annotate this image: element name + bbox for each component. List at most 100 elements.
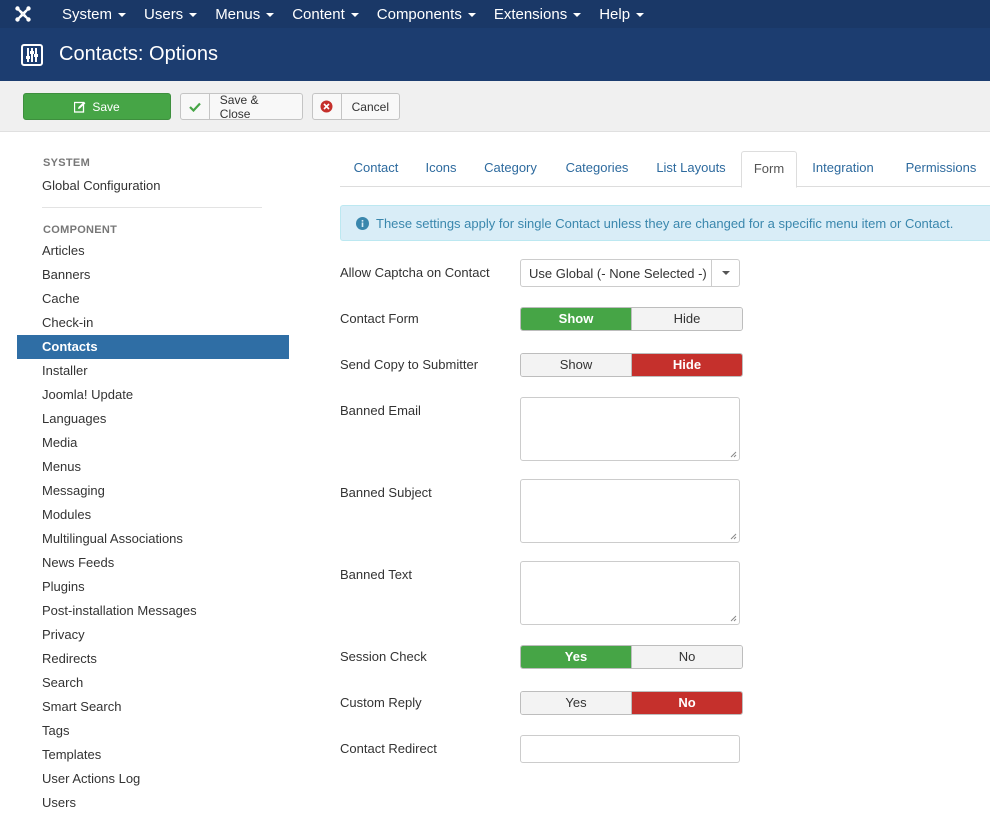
sidebar-item-media[interactable]: Media xyxy=(17,431,289,455)
sidebar-item-privacy[interactable]: Privacy xyxy=(17,623,289,647)
menu-content[interactable]: Content xyxy=(283,0,368,28)
label-banned-text: Banned Text xyxy=(340,567,413,582)
check-icon xyxy=(181,94,210,119)
menu-extensions[interactable]: Extensions xyxy=(485,0,590,28)
sidebar: SYSTEM Global Configuration COMPONENT Ar… xyxy=(17,132,289,815)
sidebar-item-languages[interactable]: Languages xyxy=(17,407,289,431)
sidebar-item-cache[interactable]: Cache xyxy=(17,287,289,311)
save-close-label: Save & Close xyxy=(219,92,259,121)
sidebar-heading-component: COMPONENT xyxy=(43,224,118,236)
banned-email-textarea[interactable] xyxy=(520,397,740,461)
sidebar-item-tags[interactable]: Tags xyxy=(17,719,289,743)
page-title: Contacts: Options xyxy=(59,43,218,65)
contact-redirect-input[interactable] xyxy=(520,735,740,763)
captcha-select-value: Use Global (- None Selected -) xyxy=(529,265,707,281)
caret-down-icon xyxy=(636,13,645,17)
sidebar-item-multilingual-associations[interactable]: Multilingual Associations xyxy=(17,527,289,551)
caret-down-icon xyxy=(467,13,476,17)
tab-permissions[interactable]: Permissions xyxy=(892,151,990,187)
caret-down-icon xyxy=(573,13,582,17)
sidebar-item-templates[interactable]: Templates xyxy=(17,743,289,767)
tab-list-layouts[interactable]: List Layouts xyxy=(643,151,739,187)
caret-down-icon xyxy=(266,13,275,17)
options-sliders-icon xyxy=(21,43,43,66)
sidebar-item-news-feeds[interactable]: News Feeds xyxy=(17,551,289,575)
sidebar-item-joomla-update[interactable]: Joomla! Update xyxy=(17,383,289,407)
sidebar-item-articles[interactable]: Articles xyxy=(17,239,289,263)
dropdown-arrow-icon xyxy=(711,260,739,286)
sidebar-heading-system: SYSTEM xyxy=(43,157,91,169)
sidebar-item-search[interactable]: Search xyxy=(17,671,289,695)
sidebar-item-post-installation-messages[interactable]: Post-installation Messages xyxy=(17,599,289,623)
info-icon xyxy=(356,216,369,230)
session-check-yes-option[interactable]: Yes xyxy=(521,646,631,668)
resize-grip-icon[interactable] xyxy=(729,614,737,622)
sidebar-item-plugins[interactable]: Plugins xyxy=(17,575,289,599)
tab-icons[interactable]: Icons xyxy=(412,151,470,187)
label-banned-subject: Banned Subject xyxy=(340,485,432,500)
page-header: Contacts: Options xyxy=(0,28,990,81)
label-allow-captcha: Allow Captcha on Contact xyxy=(340,265,490,280)
resize-grip-icon[interactable] xyxy=(729,450,737,458)
contact-form-show-option[interactable]: Show xyxy=(521,308,631,330)
send-copy-toggle: Show Hide xyxy=(520,353,743,377)
send-copy-show-option[interactable]: Show xyxy=(521,354,631,376)
contact-form-hide-option[interactable]: Hide xyxy=(631,308,742,330)
sidebar-item-installer[interactable]: Installer xyxy=(17,359,289,383)
banned-subject-textarea[interactable] xyxy=(520,479,740,543)
tab-category[interactable]: Category xyxy=(470,151,551,187)
caret-down-icon xyxy=(118,13,127,17)
sidebar-item-check-in[interactable]: Check-in xyxy=(17,311,289,335)
contact-form-toggle: Show Hide xyxy=(520,307,743,331)
save-close-button[interactable]: Save & Close xyxy=(180,92,303,121)
caret-down-icon xyxy=(189,13,198,17)
sidebar-item-menus[interactable]: Menus xyxy=(17,455,289,479)
resize-grip-icon[interactable] xyxy=(729,532,737,540)
info-alert-text: These settings apply for single Contact … xyxy=(376,215,954,231)
sidebar-item-smart-search[interactable]: Smart Search xyxy=(17,695,289,719)
custom-reply-no-option[interactable]: No xyxy=(631,692,742,714)
sidebar-item-contacts[interactable]: Contacts xyxy=(17,335,289,359)
session-check-no-option[interactable]: No xyxy=(631,646,742,668)
options-tabs: Contact Icons Category Categories List L… xyxy=(340,151,990,188)
session-check-toggle: Yes No xyxy=(520,645,743,669)
custom-reply-yes-option[interactable]: Yes xyxy=(521,692,631,714)
label-banned-email: Banned Email xyxy=(340,403,421,418)
tab-integration[interactable]: Integration xyxy=(797,151,889,187)
sidebar-item-global-configuration[interactable]: Global Configuration xyxy=(17,174,289,198)
cancel-button[interactable]: Cancel xyxy=(312,93,400,120)
tab-form[interactable]: Form xyxy=(741,151,797,188)
custom-reply-toggle: Yes No xyxy=(520,691,743,715)
menu-system[interactable]: System xyxy=(46,0,135,28)
top-menu: System Users Menus Content Components Ex… xyxy=(46,0,653,28)
sidebar-item-messaging[interactable]: Messaging xyxy=(17,479,289,503)
sidebar-item-redirects[interactable]: Redirects xyxy=(17,647,289,671)
label-session-check: Session Check xyxy=(340,649,427,664)
tab-contact[interactable]: Contact xyxy=(340,151,412,187)
banned-text-textarea[interactable] xyxy=(520,561,740,625)
edit-icon xyxy=(74,101,86,113)
cancel-label: Cancel xyxy=(351,99,389,114)
save-button[interactable]: Save xyxy=(23,93,171,120)
top-navbar: System Users Menus Content Components Ex… xyxy=(0,0,990,28)
cancel-circle-icon xyxy=(313,94,342,119)
tab-categories[interactable]: Categories xyxy=(551,151,643,187)
menu-menus[interactable]: Menus xyxy=(206,0,283,28)
label-contact-redirect: Contact Redirect xyxy=(340,741,437,756)
sidebar-item-users[interactable]: Users xyxy=(17,791,289,815)
sidebar-item-modules[interactable]: Modules xyxy=(17,503,289,527)
sidebar-item-user-actions-log[interactable]: User Actions Log xyxy=(17,767,289,791)
send-copy-hide-option[interactable]: Hide xyxy=(631,354,742,376)
save-button-label: Save xyxy=(92,99,120,114)
toolbar: Save Save & Close Cancel xyxy=(0,81,990,132)
sidebar-item-banners[interactable]: Banners xyxy=(17,263,289,287)
menu-components[interactable]: Components xyxy=(368,0,485,28)
menu-users[interactable]: Users xyxy=(135,0,206,28)
menu-help[interactable]: Help xyxy=(590,0,653,28)
caret-down-icon xyxy=(350,13,359,17)
captcha-select[interactable]: Use Global (- None Selected -) xyxy=(520,259,740,287)
info-alert: These settings apply for single Contact … xyxy=(340,205,990,241)
joomla-logo-icon[interactable] xyxy=(0,0,46,28)
label-custom-reply: Custom Reply xyxy=(340,695,422,710)
label-contact-form: Contact Form xyxy=(340,311,419,326)
